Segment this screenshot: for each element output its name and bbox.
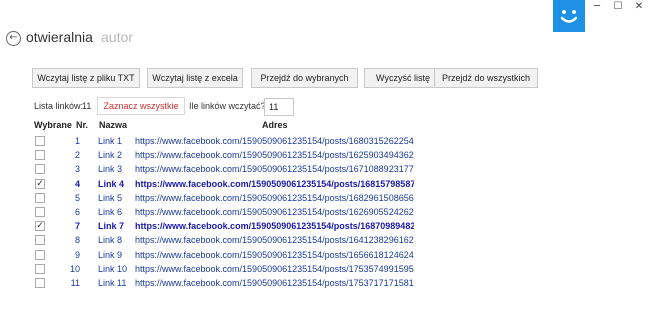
table-row[interactable]: 1 Link 1 https://www.facebook.com/15905090…	[0, 134, 650, 148]
col-header-nr: Nr.	[76, 120, 89, 130]
row-number: 5	[74, 192, 80, 203]
row-checkbox[interactable]	[35, 263, 45, 274]
select-all-button[interactable]: Zaznacz wszystkie	[97, 97, 185, 115]
row-address-link[interactable]: https://www.facebook.com/159050906123515…	[135, 262, 414, 276]
table-row[interactable]: 3 Link 3 https://www.facebook.com/15905090…	[0, 162, 650, 176]
clear-list-button[interactable]: Wyczyść listę	[364, 68, 442, 88]
row-name: Link 8	[98, 235, 123, 246]
minimize-button[interactable]: ─	[586, 0, 608, 16]
row-checkbox[interactable]	[35, 136, 45, 146]
row-name: Link 2	[98, 150, 123, 161]
smiley-icon	[553, 0, 585, 32]
table-row[interactable]: 6 Link 6 https://www.facebook.com/15905090…	[0, 205, 650, 219]
row-number: 10	[69, 263, 80, 274]
table-row[interactable]: 5 Link 5 https://www.facebook.com/15905090…	[0, 191, 650, 205]
row-number: 11	[70, 278, 80, 288]
row-address-link[interactable]: https://www.facebook.com/159050906123515…	[135, 233, 414, 247]
row-number: 9	[74, 249, 80, 260]
row-number: 4	[74, 178, 80, 189]
table-row[interactable]: ✓ 7 Link 7 https://www.facebook.com/1590509…	[0, 219, 650, 233]
row-address-link[interactable]: https://www.facebook.com/159050906123515…	[135, 148, 414, 162]
table-row[interactable]: 8 Link 8 https://www.facebook.com/15905090…	[0, 233, 650, 247]
col-header-selected: Wybrane	[34, 120, 72, 130]
go-selected-button[interactable]: Przejdź do wybranych	[251, 68, 358, 88]
col-header-address: Adres	[262, 120, 288, 130]
load-txt-button[interactable]: Wczytaj listę z pliku TXT	[32, 68, 140, 88]
row-address-link[interactable]: https://www.facebook.com/159050906123515…	[135, 205, 414, 219]
row-name: Link 5	[98, 192, 123, 203]
row-name: Link 7	[98, 221, 125, 232]
row-checkbox[interactable]	[35, 278, 45, 288]
row-checkbox[interactable]	[35, 192, 45, 203]
row-number: 3	[74, 164, 80, 175]
row-address-link[interactable]: https://www.facebook.com/159050906123515…	[135, 134, 414, 148]
row-checkbox[interactable]	[35, 164, 45, 175]
load-excel-button[interactable]: Wczytaj listę z excela	[147, 68, 243, 88]
row-number: 6	[74, 207, 80, 217]
row-checkbox[interactable]	[35, 207, 45, 217]
author-link[interactable]: autor	[101, 29, 133, 45]
row-name: Link 4	[98, 178, 125, 189]
app-title: otwieralnia	[26, 29, 93, 45]
row-checkbox[interactable]: ✓	[35, 221, 45, 232]
go-all-button[interactable]: Przejdź do wszystkich	[434, 68, 538, 88]
row-address-link[interactable]: https://www.facebook.com/159050906123515…	[135, 162, 414, 176]
row-name: Link 9	[98, 249, 123, 260]
table-row[interactable]: ✓ 4 Link 4 https://www.facebook.com/1590509…	[0, 177, 650, 191]
col-header-name: Nazwa	[99, 120, 128, 130]
maximize-button[interactable]: ☐	[607, 0, 629, 16]
table-row[interactable]: 11 Link 11 https://www.facebook.com/159050…	[0, 276, 650, 290]
list-count-value: 11	[82, 101, 92, 111]
table-row[interactable]: 10 Link 10 https://www.facebook.com/159050…	[0, 262, 650, 276]
table-row[interactable]: 2 Link 2 https://www.facebook.com/15905090…	[0, 148, 650, 162]
row-name: Link 10	[98, 263, 128, 274]
row-address-link[interactable]: https://www.facebook.com/159050906123515…	[135, 219, 414, 233]
row-number: 7	[74, 221, 80, 232]
how-many-label: Ile linków wczytać?:	[189, 101, 269, 111]
row-address-link[interactable]: https://www.facebook.com/159050906123515…	[135, 276, 414, 290]
close-button[interactable]: ✕	[628, 0, 650, 16]
row-number: 8	[74, 235, 80, 246]
row-address-link[interactable]: https://www.facebook.com/159050906123515…	[135, 177, 414, 191]
row-checkbox[interactable]	[35, 150, 45, 161]
row-name: Link 3	[98, 164, 123, 175]
row-checkbox[interactable]	[35, 249, 45, 260]
row-address-link[interactable]: https://www.facebook.com/159050906123515…	[135, 191, 414, 205]
list-count-label: Lista linków:	[34, 101, 84, 111]
row-address-link[interactable]: https://www.facebook.com/159050906123515…	[135, 248, 414, 262]
row-checkbox[interactable]	[35, 235, 45, 246]
back-arrow-icon[interactable]: ←	[6, 31, 21, 46]
row-checkbox[interactable]: ✓	[35, 178, 45, 189]
row-number: 1	[74, 136, 80, 146]
how-many-input[interactable]: 11	[264, 98, 294, 116]
table-row[interactable]: 9 Link 9 https://www.facebook.com/15905090…	[0, 248, 650, 262]
row-name: Link 1	[98, 136, 123, 146]
title-bar: ─ ☐ ✕	[0, 0, 650, 32]
row-number: 2	[74, 150, 80, 161]
row-name: Link 6	[98, 207, 123, 217]
row-name: Link 11	[98, 278, 127, 288]
